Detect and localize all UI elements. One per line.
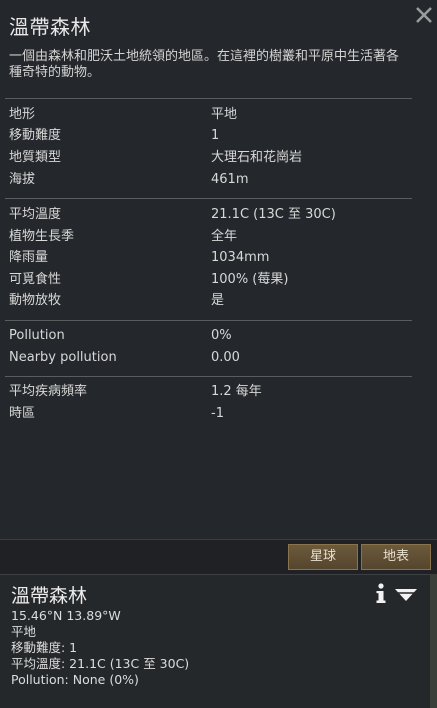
world-inspect-root: 溫帶森林 一個由森林和肥沃土地統領的地區。在這裡的樹叢和平原中生活著各種奇特的動…	[0, 0, 437, 708]
stat-row-terrain: 地形 平地	[9, 105, 419, 125]
stat-label: 海拔	[9, 172, 36, 187]
map-edge-strip	[430, 574, 437, 708]
stat-value: 100% (莓果)	[211, 272, 289, 287]
stat-row-grazing: 動物放牧 是	[9, 291, 419, 311]
tab-surface[interactable]: 地表	[361, 544, 431, 570]
divider	[5, 198, 412, 199]
stat-row-movement: 移動難度 1	[9, 126, 419, 146]
inspect-title: 溫帶森林	[11, 585, 88, 607]
tile-detail-panel: 溫帶森林 一個由森林和肥沃土地統領的地區。在這裡的樹叢和平原中生活著各種奇特的動…	[0, 0, 437, 540]
tile-inspect-panel: 溫帶森林 15.46°N 13.89°W 平地 移動難度: 1 平均溫度: 21…	[0, 574, 437, 708]
stat-label: 植物生長季	[9, 229, 75, 244]
stat-value: -1	[211, 406, 224, 421]
stat-row-temperature: 平均溫度 21.1C (13C 至 30C)	[9, 205, 419, 225]
stat-label: 可覓食性	[9, 272, 62, 287]
stat-value: 大理石和花崗岩	[211, 150, 303, 165]
stat-row-elevation: 海拔 461m	[9, 170, 419, 190]
stat-value: 平地	[211, 107, 238, 122]
stat-label: 降雨量	[9, 250, 49, 265]
stat-value: 全年	[211, 229, 238, 244]
stat-value: 461m	[211, 172, 249, 187]
stat-row-nearby-pollution: Nearby pollution 0.00	[9, 348, 419, 368]
stat-row-disease-frequency: 平均疾病頻率 1.2 每年	[9, 382, 419, 402]
stat-label: 地質類型	[9, 150, 62, 165]
stat-label: Nearby pollution	[9, 350, 117, 365]
stat-value: 是	[211, 293, 225, 308]
divider	[5, 98, 412, 99]
world-tab-bar: 星球 地表	[0, 540, 437, 574]
stat-label: 時區	[9, 406, 36, 421]
stat-label: 移動難度	[9, 128, 62, 143]
stat-value: 1	[211, 128, 220, 143]
biome-description: 一個由森林和肥沃土地統領的地區。在這裡的樹叢和平原中生活著各種奇特的動物。	[9, 49, 400, 80]
stat-row-rainfall: 降雨量 1034mm	[9, 248, 419, 268]
info-icon[interactable]	[374, 583, 388, 605]
biome-title: 溫帶森林	[9, 15, 91, 39]
inspect-terrain: 平地	[11, 624, 37, 639]
stat-value: 1.2 每年	[211, 384, 262, 399]
inspect-movement: 移動難度: 1	[11, 640, 78, 655]
stat-row-stone: 地質類型 大理石和花崗岩	[9, 148, 419, 168]
stat-row-pollution: Pollution 0%	[9, 326, 419, 346]
stat-label: 地形	[9, 107, 36, 122]
inspect-coordinates: 15.46°N 13.89°W	[11, 608, 121, 623]
stat-label: 平均疾病頻率	[9, 384, 88, 399]
stat-label: Pollution	[9, 328, 65, 343]
stat-row-forageability: 可覓食性 100% (莓果)	[9, 270, 419, 290]
stat-value: 0%	[211, 328, 232, 343]
divider	[5, 320, 412, 321]
stat-row-growing-season: 植物生長季 全年	[9, 227, 419, 247]
stat-value: 1034mm	[211, 250, 270, 265]
stat-value: 21.1C (13C 至 30C)	[211, 207, 336, 222]
stat-label: 平均溫度	[9, 207, 62, 222]
stat-value: 0.00	[211, 350, 240, 365]
inspect-pollution: Pollution: None (0%)	[11, 672, 139, 687]
chevron-down-icon[interactable]	[394, 587, 418, 603]
inspect-temperature: 平均溫度: 21.1C (13C 至 30C)	[11, 656, 190, 671]
divider	[5, 376, 412, 377]
stat-label: 動物放牧	[9, 293, 62, 308]
tab-planet[interactable]: 星球	[288, 544, 358, 570]
stat-row-time-zone: 時區 -1	[9, 404, 419, 424]
close-icon[interactable]	[413, 4, 435, 26]
